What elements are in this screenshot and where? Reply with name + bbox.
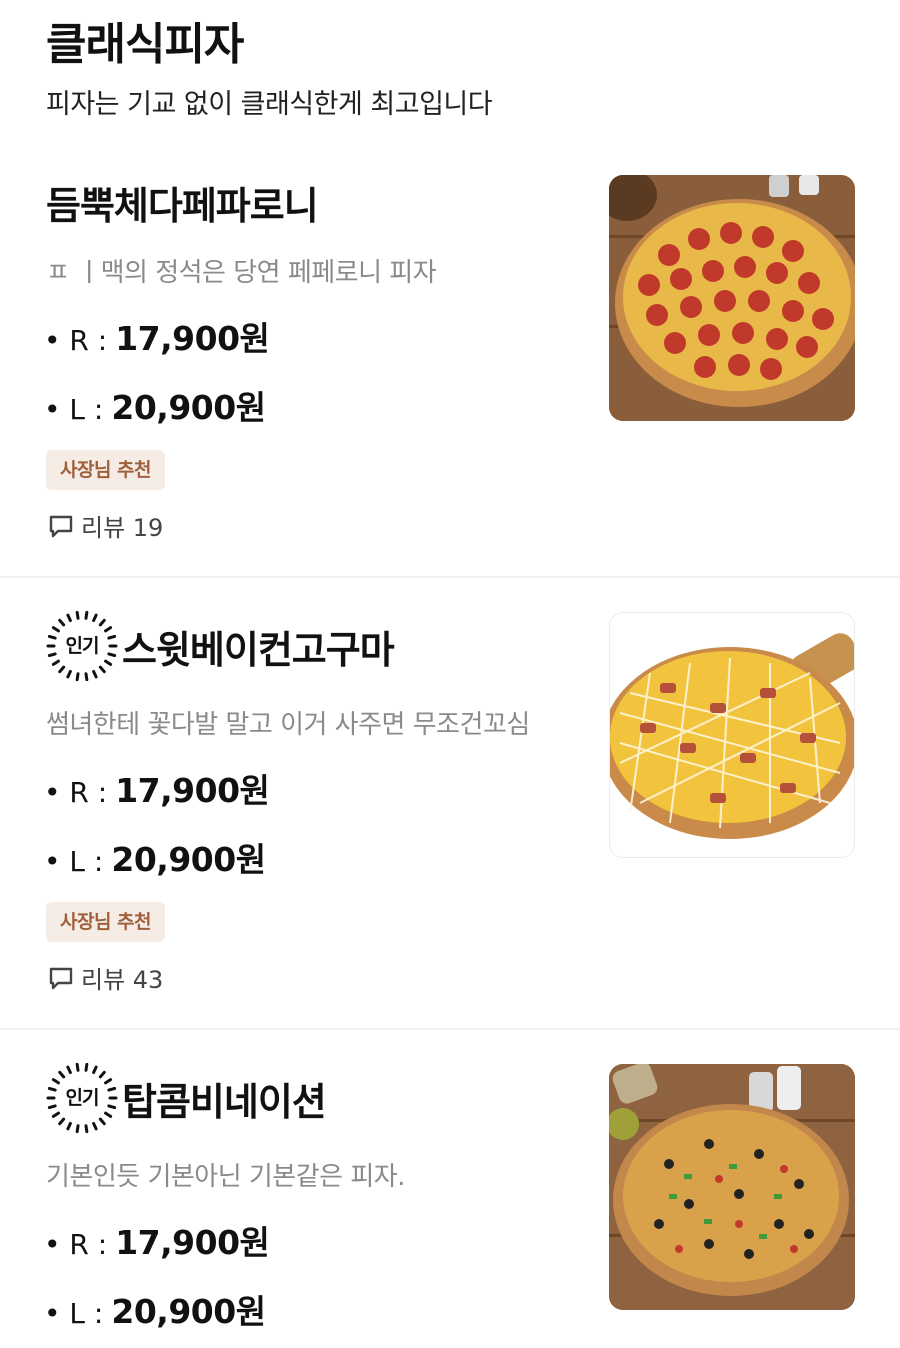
price-value: 17,900원 — [115, 1223, 270, 1262]
item-description: 기본인듯 기본아닌 기본같은 피자. — [46, 1162, 405, 1192]
review-count[interactable]: 리뷰 19 — [47, 508, 163, 543]
price-size: • L : — [44, 845, 104, 878]
item-name: 듬뿍체다페파로니 — [46, 183, 319, 228]
price-size: • R : — [44, 776, 108, 809]
menu-item-3[interactable]: 인기 탑콤비네이션 기본인듯 기본아닌 기본같은 피자. • R : 17,90… — [0, 1030, 900, 1348]
popular-label: 인기 — [65, 635, 100, 657]
menu-item-2[interactable]: 인기 스윗베이컨고구마 썸녀한테 꽃다발 말고 이거 사주면 무조건꼬심 • R… — [0, 578, 900, 1030]
popular-label: 인기 — [65, 1087, 100, 1109]
price-size: • R : — [44, 1228, 108, 1261]
menu-item-1[interactable]: 듬뿍체다페파로니 ㅍ ㅣ맥의 정석은 당연 페페로니 피자 • R : 17,9… — [0, 0, 900, 578]
price-row-r: • R : 17,900원 — [44, 312, 270, 360]
price-row-l: • L : 20,900원 — [44, 833, 266, 881]
price-row-r: • R : 17,900원 — [44, 764, 270, 812]
price-row-l: • L : 20,900원 — [44, 1285, 266, 1333]
price-row-r: • R : 17,900원 — [44, 1216, 270, 1264]
price-value: 17,900원 — [115, 319, 270, 358]
popular-badge: 인기 — [46, 1062, 118, 1134]
price-size: • R : — [44, 324, 108, 357]
price-value: 20,900원 — [111, 840, 266, 879]
sweet-potato-bacon-pizza-image[interactable] — [609, 612, 855, 858]
review-label: 리뷰 19 — [81, 514, 164, 542]
price-size: • L : — [44, 393, 104, 426]
price-value: 20,900원 — [111, 1292, 266, 1331]
pepperoni-pizza-image[interactable] — [609, 175, 855, 421]
price-row-l: • L : 20,900원 — [44, 381, 266, 429]
popular-badge: 인기 — [46, 610, 118, 682]
review-count[interactable]: 리뷰 43 — [47, 960, 163, 995]
item-description: ㅍ ㅣ맥의 정석은 당연 페페로니 피자 — [46, 258, 437, 288]
owner-recommend-badge: 사장님 추천 — [46, 902, 166, 942]
price-value: 20,900원 — [111, 388, 266, 427]
item-name: 탑콤비네이션 — [122, 1079, 327, 1124]
price-size: • L : — [44, 1297, 104, 1330]
price-value: 17,900원 — [115, 771, 270, 810]
speech-bubble-icon — [49, 515, 73, 537]
owner-recommend-badge: 사장님 추천 — [46, 450, 166, 490]
item-name: 스윗베이컨고구마 — [122, 627, 395, 672]
item-description: 썸녀한테 꽃다발 말고 이거 사주면 무조건꼬심 — [46, 710, 530, 740]
review-label: 리뷰 43 — [81, 966, 164, 994]
combination-pizza-image[interactable] — [609, 1064, 855, 1310]
speech-bubble-icon — [49, 967, 73, 989]
